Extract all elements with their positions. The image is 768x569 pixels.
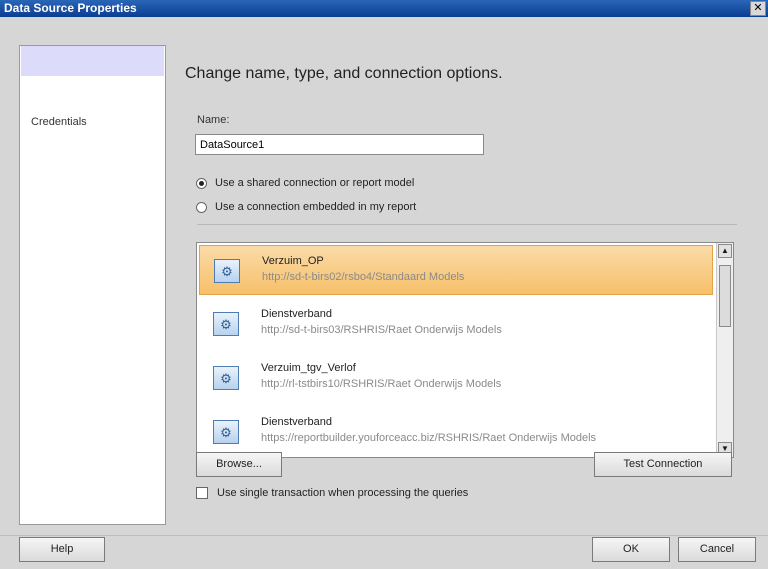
scroll-up-icon[interactable]: ▲ — [718, 244, 732, 258]
list-item-url: https://reportbuilder.youforceacc.biz/RS… — [261, 432, 597, 444]
radio-shared-label: Use a shared connection or report model — [215, 177, 415, 189]
browse-button[interactable]: Browse... — [196, 452, 282, 477]
shared-source-list[interactable]: ⚙ Verzuim_OP http://sd-t-birs02/rsbo4/St… — [196, 242, 734, 458]
radio-embedded-label: Use a connection embedded in my report — [215, 201, 417, 213]
radio-shared-connection[interactable]: Use a shared connection or report model — [196, 177, 414, 189]
cancel-button[interactable]: Cancel — [678, 537, 756, 562]
list-item[interactable]: ⚙ Dienstverband http://sd-t-birs03/RSHRI… — [199, 299, 713, 349]
help-button[interactable]: Help — [19, 537, 105, 562]
list-scrollbar[interactable]: ▲ ▼ — [716, 243, 733, 457]
test-connection-button[interactable]: Test Connection — [594, 452, 732, 477]
list-item-url: http://sd-t-birs02/rsbo4/Standaard Model… — [262, 271, 465, 283]
close-icon[interactable]: ✕ — [750, 1, 766, 16]
window-title: Data Source Properties — [4, 1, 137, 15]
nav-panel: Credentials — [19, 45, 166, 525]
nav-item-credentials[interactable]: Credentials — [31, 116, 87, 128]
footer-divider — [0, 535, 768, 536]
nav-item-general[interactable] — [21, 46, 164, 76]
dialog-body: Credentials Change name, type, and conne… — [0, 17, 768, 569]
name-label: Name: — [197, 114, 230, 126]
report-model-icon: ⚙ — [213, 366, 239, 390]
list-item-url: http://sd-t-birs03/RSHRIS/Raet Onderwijs… — [261, 324, 502, 336]
list-item[interactable]: ⚙ Verzuim_tgv_Verlof http://rl-tstbirs10… — [199, 353, 713, 403]
scroll-thumb[interactable] — [719, 265, 731, 327]
list-item-url: http://rl-tstbirs10/RSHRIS/Raet Onderwij… — [261, 378, 502, 390]
list-item-name: Verzuim_OP — [262, 255, 324, 267]
title-bar: Data Source Properties ✕ — [0, 0, 768, 17]
single-transaction-option[interactable]: Use single transaction when processing t… — [196, 487, 468, 499]
separator — [197, 224, 737, 225]
report-model-icon: ⚙ — [213, 312, 239, 336]
report-model-icon: ⚙ — [213, 420, 239, 444]
list-item-name: Dienstverband — [261, 416, 332, 428]
list-item-name: Dienstverband — [261, 308, 332, 320]
report-model-icon: ⚙ — [214, 259, 240, 283]
single-transaction-checkbox[interactable] — [196, 487, 208, 499]
page-heading: Change name, type, and connection option… — [185, 65, 503, 82]
radio-shared-indicator[interactable] — [196, 177, 207, 189]
list-item-name: Verzuim_tgv_Verlof — [261, 362, 356, 374]
radio-embedded-connection[interactable]: Use a connection embedded in my report — [196, 201, 416, 213]
single-transaction-label: Use single transaction when processing t… — [217, 487, 469, 499]
ok-button[interactable]: OK — [592, 537, 670, 562]
radio-embedded-indicator[interactable] — [196, 201, 207, 213]
name-input[interactable] — [195, 134, 484, 155]
list-item[interactable]: ⚙ Dienstverband https://reportbuilder.yo… — [199, 407, 713, 457]
list-item[interactable]: ⚙ Verzuim_OP http://sd-t-birs02/rsbo4/St… — [199, 245, 713, 295]
